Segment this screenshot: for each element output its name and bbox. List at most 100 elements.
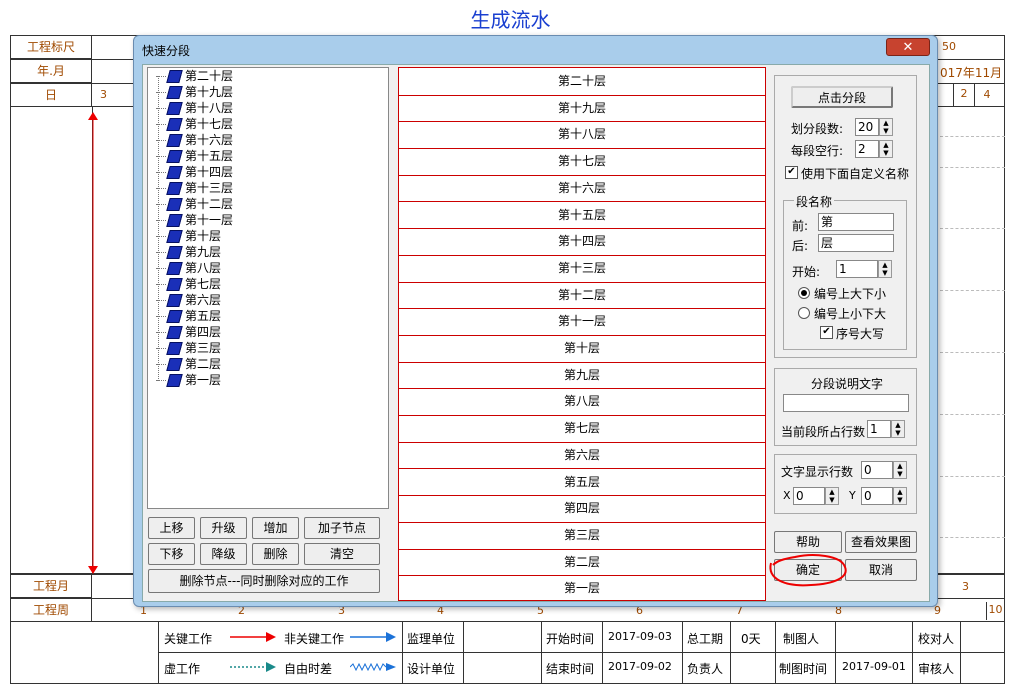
order-descending-radio[interactable] — [798, 287, 810, 299]
book-icon — [166, 310, 183, 323]
suffix-input[interactable]: 层 — [818, 234, 894, 252]
header-label-scale: 工程标尺 — [10, 35, 92, 59]
tree-item[interactable]: 第一层 — [156, 372, 221, 388]
segment-count-input[interactable]: 20 — [855, 118, 879, 136]
segment-row[interactable]: 第十九层 — [399, 95, 765, 123]
close-icon[interactable]: ✕ — [886, 38, 930, 56]
x-offset-spinner[interactable]: ▲ ▼ — [825, 487, 839, 505]
segment-row[interactable]: 第十四层 — [399, 228, 765, 256]
segment-row[interactable]: 第四层 — [399, 495, 765, 523]
empty-rows-spinner[interactable]: ▲ ▼ — [879, 140, 893, 158]
start-number-spinner[interactable]: ▲ ▼ — [878, 260, 892, 278]
info-divider — [960, 622, 961, 684]
segment-name-group: 段名称 前: 第 后: 层 开始: 1 ▲ ▼ 编号上大下小 编号上小下大 ✔ 序… — [783, 193, 907, 350]
segment-description-group: 分段说明文字 当前段所占行数 1 ▲ ▼ — [774, 368, 917, 446]
add-child-node-button[interactable]: 加子节点 — [304, 517, 380, 539]
start-number-input[interactable]: 1 — [836, 260, 878, 278]
segment-row[interactable]: 第八层 — [399, 388, 765, 417]
add-button[interactable]: 增加 — [252, 517, 299, 539]
rows-occupied-spinner[interactable]: ▲ ▼ — [891, 420, 905, 438]
preview-button[interactable]: 查看效果图 — [845, 531, 917, 553]
legend-freefloat-arrow — [350, 662, 396, 672]
checker-label: 校对人 — [918, 632, 955, 646]
info-divider — [402, 622, 403, 684]
segment-tree[interactable]: 第二十层 第十九层 第十八层 第十七层 第十六层 第十五层 第十四层 第十三层 … — [147, 67, 389, 509]
delete-node-button[interactable]: 删除节点---同时删除对应的工作 — [148, 569, 380, 593]
tree-item[interactable]: 第十层 — [156, 228, 221, 244]
tree-item[interactable]: 第十五层 — [156, 148, 233, 164]
owner-label: 负责人 — [687, 662, 724, 676]
display-rows-spinner[interactable]: ▲ ▼ — [893, 461, 907, 479]
clear-button[interactable]: 清空 — [304, 543, 380, 565]
segment-row[interactable]: 第十二层 — [399, 282, 765, 310]
segment-row[interactable]: 第十一层 — [399, 308, 765, 336]
segment-count-spinner[interactable]: ▲ ▼ — [879, 118, 893, 136]
tree-item[interactable]: 第十一层 — [156, 212, 233, 228]
day-value-left: 3 — [100, 88, 107, 101]
ok-highlight-circle — [769, 554, 847, 587]
segment-row[interactable]: 第一层 — [399, 575, 765, 602]
tree-item[interactable]: 第十四层 — [156, 164, 233, 180]
segment-row[interactable]: 第二十层 — [399, 68, 765, 96]
segment-row[interactable]: 第九层 — [399, 362, 765, 390]
segment-row[interactable]: 第十五层 — [399, 202, 765, 230]
y-offset-input[interactable]: 0 — [861, 487, 893, 505]
segment-row[interactable]: 第三层 — [399, 522, 765, 550]
x-offset-input[interactable]: 0 — [793, 487, 825, 505]
segment-button[interactable]: 点击分段 — [791, 86, 893, 108]
tree-item[interactable]: 第十九层 — [156, 84, 233, 100]
grid-line — [940, 290, 1005, 291]
segment-description-title: 分段说明文字 — [811, 377, 884, 391]
info-divider — [912, 622, 913, 684]
tree-item[interactable]: 第五层 — [156, 308, 221, 324]
promote-button[interactable]: 升级 — [200, 517, 247, 539]
tree-item[interactable]: 第三层 — [156, 340, 221, 356]
help-button[interactable]: 帮助 — [774, 531, 842, 553]
prefix-input[interactable]: 第 — [818, 213, 894, 231]
rows-occupied-input[interactable]: 1 — [867, 420, 891, 438]
tree-item[interactable]: 第十三层 — [156, 180, 233, 196]
segment-row[interactable]: 第七层 — [399, 415, 765, 443]
footer-label-month: 工程月 — [10, 574, 92, 598]
move-down-button[interactable]: 下移 — [148, 543, 195, 565]
move-up-button[interactable]: 上移 — [148, 517, 195, 539]
tree-item[interactable]: 第十七层 — [156, 116, 233, 132]
tree-item[interactable]: 第八层 — [156, 260, 221, 276]
segment-description-input[interactable] — [783, 394, 909, 412]
book-icon — [166, 294, 183, 307]
segment-row[interactable]: 第二层 — [399, 549, 765, 577]
segment-row[interactable]: 第十层 — [399, 335, 765, 363]
segment-row[interactable]: 第十七层 — [399, 148, 765, 176]
order-ascending-radio[interactable] — [798, 307, 810, 319]
cancel-button[interactable]: 取消 — [845, 559, 917, 581]
drafter-label: 制图人 — [783, 632, 820, 646]
display-rows-label: 文字显示行数 — [781, 465, 854, 479]
segment-row[interactable]: 第十三层 — [399, 255, 765, 283]
tree-item[interactable]: 第四层 — [156, 324, 221, 340]
tree-item[interactable]: 第十六层 — [156, 132, 233, 148]
week-number: 10 — [986, 602, 1004, 620]
tree-item[interactable]: 第二层 — [156, 356, 221, 372]
tree-item[interactable]: 第六层 — [156, 292, 221, 308]
use-custom-name-checkbox[interactable]: ✔ — [785, 166, 798, 179]
segment-row[interactable]: 第十六层 — [399, 175, 765, 203]
y-offset-spinner[interactable]: ▲ ▼ — [893, 487, 907, 505]
tree-item[interactable]: 第九层 — [156, 244, 221, 260]
book-icon — [166, 86, 183, 99]
segment-row[interactable]: 第六层 — [399, 442, 765, 470]
info-divider — [682, 622, 683, 684]
demote-button[interactable]: 降级 — [200, 543, 247, 565]
display-rows-input[interactable]: 0 — [861, 461, 893, 479]
segment-list[interactable]: 第二十层 第十九层 第十八层 第十七层 第十六层 第十五层 第十四层 第十三层 … — [398, 67, 766, 601]
tree-item[interactable]: 第二十层 — [156, 68, 233, 84]
tree-item[interactable]: 第七层 — [156, 276, 221, 292]
grid-line — [940, 228, 1005, 229]
empty-rows-input[interactable]: 2 — [855, 140, 879, 158]
segment-row[interactable]: 第十八层 — [399, 121, 765, 150]
legend-noncritical-label: 非关键工作 — [284, 632, 345, 646]
uppercase-number-checkbox[interactable]: ✔ — [820, 326, 833, 339]
tree-item[interactable]: 第十八层 — [156, 100, 233, 116]
delete-button[interactable]: 删除 — [252, 543, 299, 565]
segment-row[interactable]: 第五层 — [399, 469, 765, 497]
tree-item[interactable]: 第十二层 — [156, 196, 233, 212]
